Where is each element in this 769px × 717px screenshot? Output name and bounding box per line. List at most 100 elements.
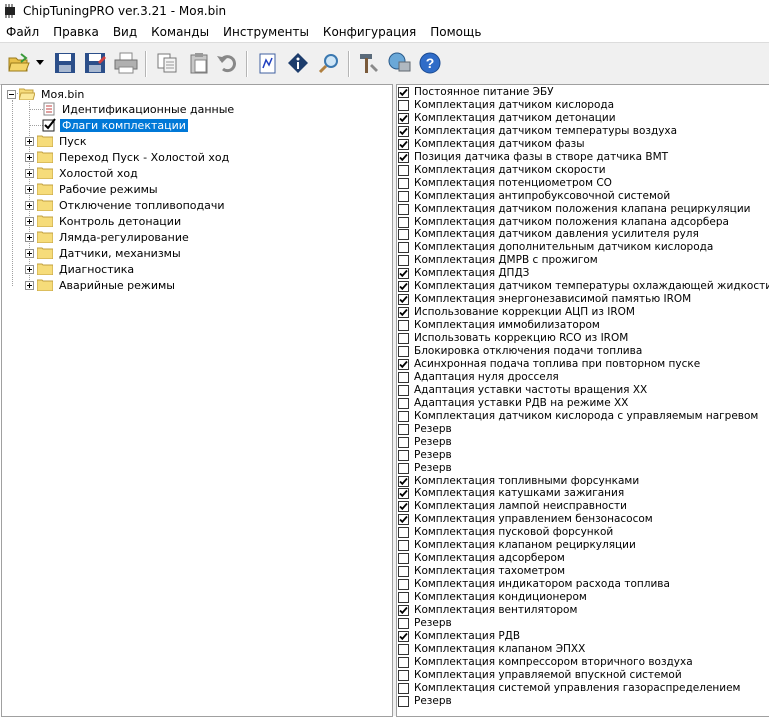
flag-item[interactable]: Комплектация датчиком скорости: [398, 164, 606, 177]
help-icon[interactable]: ?: [417, 50, 443, 76]
flag-item[interactable]: Комплектация топливными форсунками: [398, 475, 639, 488]
flag-item[interactable]: Комплектация системой управления газорас…: [398, 682, 740, 695]
print-icon[interactable]: [113, 50, 139, 76]
flag-checkbox[interactable]: [398, 643, 409, 655]
flag-item[interactable]: Комплектация датчиком давления усилителя…: [398, 228, 699, 241]
tree-item-fuel-cutoff[interactable]: Отключение топливоподачи: [25, 197, 227, 213]
tree-item-emergency[interactable]: Аварийные режимы: [25, 277, 177, 293]
menu-help[interactable]: Помощь: [423, 25, 488, 39]
expand-icon[interactable]: [25, 248, 34, 258]
flag-checkbox[interactable]: [398, 656, 409, 668]
flag-item[interactable]: Комплектация энергонезависимой памятью I…: [398, 293, 691, 306]
flag-item[interactable]: Комплектация дополнительным датчиком кис…: [398, 241, 713, 254]
flag-checkbox[interactable]: [398, 449, 409, 461]
flag-checkbox[interactable]: [398, 125, 409, 137]
flag-item[interactable]: Комплектация антипробуксовочной системой: [398, 190, 670, 203]
flag-item[interactable]: Комплектация датчиком фазы: [398, 138, 585, 151]
flag-checkbox[interactable]: [398, 307, 409, 319]
flag-checkbox[interactable]: [398, 462, 409, 474]
flag-item[interactable]: Резерв: [398, 462, 452, 475]
tree-root[interactable]: Моя.bin: [7, 86, 86, 102]
flag-item[interactable]: Комплектация катушками зажигания: [398, 487, 624, 500]
tree-item-transition[interactable]: Переход Пуск - Холостой ход: [25, 149, 231, 165]
flag-item[interactable]: Комплектация адсорбером: [398, 552, 565, 565]
flag-checkbox[interactable]: [398, 346, 409, 357]
flag-checkbox[interactable]: [398, 164, 409, 176]
flag-item[interactable]: Комплектация датчиком кислорода: [398, 99, 614, 112]
info-icon[interactable]: [285, 50, 311, 76]
flag-checkbox[interactable]: [398, 553, 409, 565]
tree-item-knock-control[interactable]: Контроль детонации: [25, 213, 183, 229]
tree-item-start[interactable]: Пуск: [25, 133, 88, 149]
flag-checkbox[interactable]: [398, 617, 409, 629]
expand-icon[interactable]: [25, 136, 34, 146]
flag-item[interactable]: Комплектация управлением бензонасосом: [398, 513, 653, 526]
flag-checkbox[interactable]: [398, 436, 409, 448]
paste-icon[interactable]: [186, 50, 212, 76]
undo-icon[interactable]: [214, 50, 240, 76]
flag-item[interactable]: Позиция датчика фазы в створе датчика ВМ…: [398, 151, 668, 164]
flag-item[interactable]: Комплектация ДПДЗ: [398, 267, 529, 280]
tree-item-idle[interactable]: Холостой ход: [25, 165, 140, 181]
flag-item[interactable]: Резерв: [398, 423, 452, 436]
flag-checkbox[interactable]: [398, 605, 409, 616]
flag-checkbox[interactable]: [398, 669, 409, 681]
flag-checkbox[interactable]: [398, 255, 409, 267]
flag-checkbox[interactable]: [398, 177, 409, 189]
flag-checkbox[interactable]: [398, 592, 409, 604]
flag-checkbox[interactable]: [398, 294, 409, 306]
flag-checkbox[interactable]: [398, 333, 409, 345]
flag-item[interactable]: Комплектация датчиком температуры охлажд…: [398, 280, 769, 293]
expand-icon[interactable]: [25, 184, 34, 194]
tree-item-operating-modes[interactable]: Рабочие режимы: [25, 181, 160, 197]
open-folder-icon[interactable]: [6, 50, 32, 76]
flag-item[interactable]: Комплектация лампой неисправности: [398, 500, 627, 513]
flag-checkbox[interactable]: [398, 540, 409, 552]
flag-item[interactable]: Резерв: [398, 695, 452, 708]
flag-item[interactable]: Адаптация нуля дросселя: [398, 371, 559, 384]
flag-checkbox[interactable]: [398, 371, 409, 383]
flag-item[interactable]: Комплектация управляемой впускной систем…: [398, 669, 682, 682]
flag-item[interactable]: Комплектация датчиком положения клапана …: [398, 216, 729, 229]
flag-item[interactable]: Адаптация уставки частоты вращения ХХ: [398, 384, 647, 397]
flag-checkbox[interactable]: [398, 630, 409, 642]
edit-document-icon[interactable]: [255, 50, 281, 76]
tree-item-lambda[interactable]: Лямда-регулирование: [25, 229, 191, 245]
flag-item[interactable]: Комплектация клапаном рециркуляции: [398, 539, 636, 552]
search-icon[interactable]: [316, 50, 342, 76]
tools-icon[interactable]: [356, 50, 382, 76]
flag-item[interactable]: Комплектация клапаном ЭПХХ: [398, 643, 585, 656]
expand-icon[interactable]: [25, 152, 34, 162]
expand-icon[interactable]: [25, 168, 34, 178]
flag-item[interactable]: Резерв: [398, 449, 452, 462]
flag-item[interactable]: Использование коррекции АЦП из IROM: [398, 306, 635, 319]
flag-item[interactable]: Комплектация кондиционером: [398, 591, 587, 604]
flag-item[interactable]: Комплектация потенциометром СО: [398, 177, 612, 190]
flag-checkbox[interactable]: [398, 268, 409, 280]
flag-checkbox[interactable]: [398, 397, 409, 409]
flag-item[interactable]: Резерв: [398, 617, 452, 630]
flag-checkbox[interactable]: [398, 216, 409, 228]
flag-checkbox[interactable]: [398, 242, 409, 254]
menu-configuration[interactable]: Конфигурация: [316, 25, 423, 39]
connect-icon[interactable]: [386, 50, 412, 76]
dropdown-arrow-icon[interactable]: [34, 50, 46, 76]
menu-file[interactable]: Файл: [0, 25, 46, 39]
flag-item[interactable]: Комплектация вентилятором: [398, 604, 577, 617]
flag-item[interactable]: Комплектация датчиком температуры воздух…: [398, 125, 677, 138]
save-as-icon[interactable]: [82, 50, 108, 76]
expand-icon[interactable]: [25, 280, 34, 290]
save-icon[interactable]: [52, 50, 78, 76]
flag-item[interactable]: Резерв: [398, 436, 452, 449]
flag-checkbox[interactable]: [398, 190, 409, 202]
flag-checkbox[interactable]: [398, 579, 409, 591]
flag-item[interactable]: Комплектация датчиком положения клапана …: [398, 203, 750, 216]
flag-item[interactable]: Комплектация индикатором расхода топлива: [398, 578, 670, 591]
flag-checkbox[interactable]: [398, 423, 409, 435]
flag-checkbox[interactable]: [398, 229, 409, 241]
tree-item-flags[interactable]: Флаги комплектации: [42, 117, 188, 133]
flag-item[interactable]: Комплектация тахометром: [398, 565, 565, 578]
flag-checkbox[interactable]: [398, 138, 409, 150]
expand-icon[interactable]: [25, 264, 34, 274]
menu-tools[interactable]: Инструменты: [216, 25, 316, 39]
